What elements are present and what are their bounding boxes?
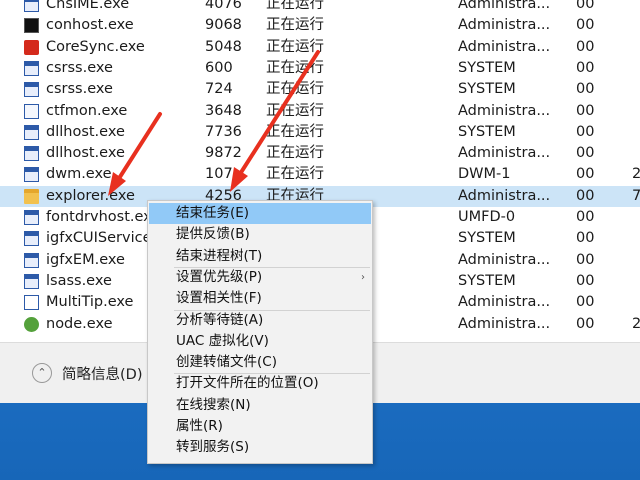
- annotation-arrows: [108, 50, 320, 196]
- annotation-arrow-left: [108, 112, 162, 196]
- annotation-arrow-right: [230, 50, 320, 192]
